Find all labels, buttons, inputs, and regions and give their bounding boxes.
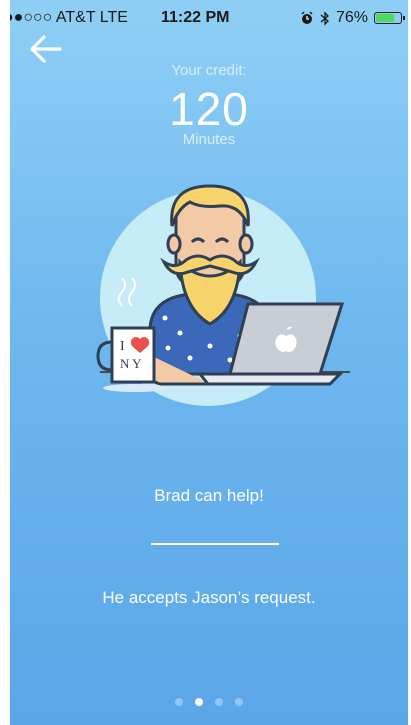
divider bbox=[151, 543, 279, 545]
mug-text-ny: N Y bbox=[120, 356, 142, 371]
page-indicator bbox=[10, 698, 408, 706]
clock: 11:22 PM bbox=[161, 9, 230, 26]
page-dot[interactable] bbox=[175, 698, 183, 706]
credit-unit: Minutes bbox=[182, 131, 236, 148]
onboarding-screen: ●●○○○ AT&T LTE 11:22 PM 76% Your credit:… bbox=[10, 0, 408, 725]
credit-value: 120 bbox=[169, 83, 249, 135]
page-dot[interactable] bbox=[235, 698, 243, 706]
battery-percent: 76% bbox=[336, 9, 369, 26]
battery-level bbox=[376, 14, 394, 22]
carrier-signal: ●●○○○ AT&T LTE bbox=[10, 9, 128, 26]
arrow-left-icon bbox=[30, 35, 62, 63]
page-dot[interactable] bbox=[215, 698, 223, 706]
credit-label: Your credit: bbox=[171, 62, 247, 79]
mug bbox=[110, 326, 156, 384]
status-bar: ●●○○○ AT&T LTE 11:22 PM 76% bbox=[10, 0, 408, 36]
page-dot[interactable] bbox=[195, 698, 203, 706]
battery-icon bbox=[374, 12, 406, 24]
headline: Brad can help! bbox=[154, 486, 264, 505]
bluetooth-icon bbox=[320, 10, 329, 26]
status-icons: 76% bbox=[300, 9, 406, 27]
laptop-base bbox=[196, 372, 344, 386]
subline: He accepts Jason’s request. bbox=[102, 588, 316, 607]
alarm-icon bbox=[301, 11, 313, 24]
mug-text-i: I bbox=[120, 339, 125, 354]
battery-tip bbox=[403, 16, 406, 20]
helper-illustration: I N Y bbox=[96, 184, 350, 406]
